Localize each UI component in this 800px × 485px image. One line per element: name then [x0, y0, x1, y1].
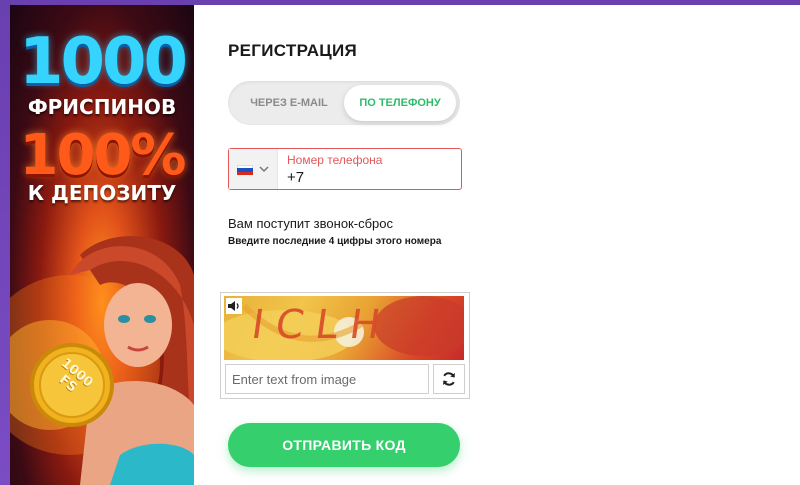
page-title: РЕГИСТРАЦИЯ: [228, 41, 358, 60]
captcha-refresh-button[interactable]: [433, 364, 465, 394]
captcha-image-text: ICLH: [248, 302, 396, 348]
promo-bonus-percent: 100%: [19, 123, 186, 188]
phone-input[interactable]: +7: [287, 169, 304, 186]
captcha-input[interactable]: [225, 364, 429, 394]
phone-field[interactable]: Номер телефона +7: [228, 148, 462, 190]
refresh-icon: [443, 372, 455, 386]
promo-freespins-count: 1000: [18, 25, 188, 99]
promo-bonus-label: К ДЕПОЗИТУ: [27, 181, 177, 205]
chevron-down-icon: [259, 166, 269, 173]
tab-email[interactable]: ЧЕРЕЗ E-MAIL: [234, 85, 344, 121]
promo-freespins-label: ФРИСПИНОВ: [27, 95, 177, 119]
phone-field-label: Номер телефона: [287, 153, 383, 167]
promo-hero-illustration: [10, 236, 194, 485]
country-code-selector[interactable]: [229, 149, 278, 189]
audio-captcha-icon[interactable]: [226, 298, 242, 314]
promo-banner: 1000 ФРИСПИНОВ 100% К ДЕПОЗИТУ 1000 FS: [10, 5, 194, 485]
send-code-button[interactable]: ОТПРАВИТЬ КОД: [228, 423, 460, 467]
russia-flag-icon: [237, 165, 253, 175]
tab-phone[interactable]: ПО ТЕЛЕФОНУ: [344, 85, 456, 121]
registration-method-tabs: ЧЕРЕЗ E-MAIL ПО ТЕЛЕФОНУ: [228, 81, 460, 125]
registration-modal: 1000 ФРИСПИНОВ 100% К ДЕПОЗИТУ 1000 FS Р…: [10, 5, 800, 485]
captcha-image: ICLH: [224, 296, 464, 360]
call-reset-instruction: Введите последние 4 цифры этого номера: [228, 236, 442, 247]
call-reset-info: Вам поступит звонок-сброс: [228, 216, 393, 231]
captcha-widget: ICLH: [220, 292, 470, 399]
